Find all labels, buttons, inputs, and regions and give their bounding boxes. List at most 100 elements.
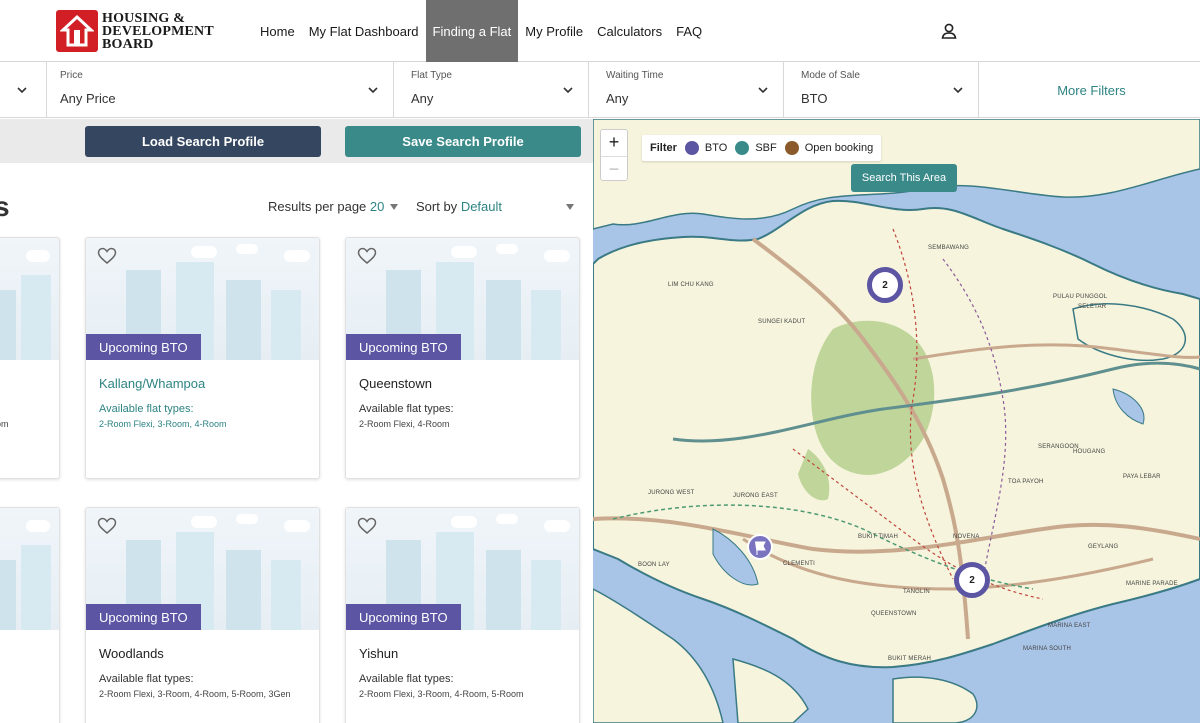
map-label: MARINE PARADE bbox=[1126, 581, 1178, 587]
flat-types-label: Available flat types: bbox=[99, 673, 194, 685]
nav-my-profile[interactable]: My Profile bbox=[518, 0, 590, 62]
flat-type-filter-value: Any bbox=[411, 91, 434, 106]
listing-name[interactable]: Yishun bbox=[359, 646, 398, 661]
map-label: SELETAR bbox=[1078, 304, 1107, 310]
map-label: JURONG EAST bbox=[733, 493, 778, 499]
flat-types-value: 2-Room Flexi, 3-Room, 4-Room, 5-Room bbox=[359, 689, 524, 699]
sbf-dot-icon bbox=[735, 141, 750, 155]
flat-type-filter[interactable]: Flat Type Any bbox=[398, 62, 589, 118]
listing-card-partial[interactable]: om bbox=[0, 237, 60, 479]
legend-sbf[interactable]: SBF bbox=[755, 142, 776, 154]
listing-card-partial[interactable] bbox=[0, 507, 60, 723]
listing-card[interactable]: Upcoming BTO Yishun Available flat types… bbox=[345, 507, 580, 723]
flat-type-filter-label: Flat Type bbox=[411, 70, 452, 81]
search-this-area-button[interactable]: Search This Area bbox=[851, 164, 957, 192]
legend-open-booking[interactable]: Open booking bbox=[805, 142, 874, 154]
price-filter[interactable]: Price Any Price bbox=[47, 62, 394, 118]
flat-types-label: Available flat types: bbox=[359, 403, 454, 415]
nav-calculators[interactable]: Calculators bbox=[590, 0, 669, 62]
map-label: PAYA LEBAR bbox=[1123, 474, 1161, 480]
status-badge: Upcoming BTO bbox=[346, 334, 461, 360]
map-label: QUEENSTOWN bbox=[871, 611, 917, 617]
map-filter-legend: Filter BTO SBF Open booking bbox=[642, 135, 882, 161]
map-zoom-control: + − bbox=[600, 129, 628, 181]
mode-of-sale-filter-label: Mode of Sale bbox=[801, 70, 860, 81]
map-label: MARINA EAST bbox=[1048, 623, 1091, 629]
map-label: GEYLANG bbox=[1088, 544, 1119, 550]
map-label: CLEMENTI bbox=[783, 561, 815, 567]
map-label: TANGLIN bbox=[903, 589, 930, 595]
listing-name[interactable]: Kallang/Whampoa bbox=[99, 376, 205, 391]
filter-bar: Price Any Price Flat Type Any Waiting Ti… bbox=[0, 62, 1200, 118]
caret-down-icon[interactable] bbox=[390, 204, 398, 210]
zoom-in-button[interactable]: + bbox=[601, 130, 627, 155]
flat-types-label: Available flat types: bbox=[99, 403, 194, 415]
map-label: SERANGOON bbox=[1038, 444, 1079, 450]
save-search-profile-button[interactable]: Save Search Profile bbox=[345, 126, 581, 157]
partial-filter-dropdown[interactable] bbox=[0, 62, 47, 118]
flat-types-value: 2-Room Flexi, 3-Room, 4-Room, 5-Room, 3G… bbox=[99, 689, 291, 699]
flat-types-value: 2-Room Flexi, 4-Room bbox=[359, 419, 450, 429]
chevron-down-icon bbox=[758, 87, 768, 94]
hdb-logo[interactable]: HOUSING & DEVELOPMENT BOARD bbox=[56, 10, 226, 52]
status-badge: Upcoming BTO bbox=[86, 334, 201, 360]
heart-icon[interactable] bbox=[357, 517, 377, 535]
heart-icon[interactable] bbox=[97, 247, 117, 265]
map-label: SEMBAWANG bbox=[928, 245, 970, 251]
search-profile-bar: Load Search Profile Save Search Profile bbox=[0, 119, 593, 163]
map-canvas bbox=[593, 119, 1200, 723]
flat-types-label: Available flat types: bbox=[359, 673, 454, 685]
map-label: LIM CHU KANG bbox=[668, 282, 714, 288]
mode-of-sale-filter[interactable]: Mode of Sale BTO bbox=[788, 62, 979, 118]
bto-dot-icon bbox=[684, 141, 699, 155]
open-booking-dot-icon bbox=[784, 141, 799, 155]
sort-by-select[interactable]: Sort by Default bbox=[416, 199, 502, 214]
map-cluster-marker[interactable]: 2 bbox=[867, 267, 903, 303]
listing-card[interactable]: Upcoming BTO Woodlands Available flat ty… bbox=[85, 507, 320, 723]
results-per-page-select[interactable]: Results per page 20 bbox=[268, 199, 384, 214]
chevron-down-icon bbox=[17, 87, 27, 94]
chevron-down-icon bbox=[368, 87, 378, 94]
listing-card[interactable]: Upcoming BTO Kallang/Whampoa Available f… bbox=[85, 237, 320, 479]
map-label: BUKIT TIMAH bbox=[858, 534, 898, 540]
status-badge: Upcoming BTO bbox=[346, 604, 461, 630]
listing-name[interactable]: Queenstown bbox=[359, 376, 432, 391]
heart-icon[interactable] bbox=[357, 247, 377, 265]
listing-image bbox=[0, 508, 59, 630]
map-view[interactable]: SEMBAWANG LIM CHU KANG SUNGEI KADUT SELE… bbox=[593, 119, 1200, 723]
house-logo-icon bbox=[56, 10, 98, 52]
nav-finding-a-flat[interactable]: Finding a Flat bbox=[425, 0, 519, 62]
map-label: PULAU PUNGGOL bbox=[1053, 294, 1108, 300]
map-label: MARINA SOUTH bbox=[1023, 646, 1072, 652]
waiting-time-filter-value: Any bbox=[606, 91, 629, 106]
heart-icon[interactable] bbox=[97, 517, 117, 535]
site-header: HOUSING & DEVELOPMENT BOARD Home My Flat… bbox=[0, 0, 1200, 62]
map-label: TOA PAYOH bbox=[1008, 479, 1044, 485]
more-filters-link[interactable]: More Filters bbox=[983, 62, 1200, 118]
status-badge: Upcoming BTO bbox=[86, 604, 201, 630]
listing-card[interactable]: Upcoming BTO Queenstown Available flat t… bbox=[345, 237, 580, 479]
zoom-out-button[interactable]: − bbox=[601, 156, 627, 181]
flat-types-value: 2-Room Flexi, 3-Room, 4-Room bbox=[99, 419, 227, 429]
map-pin-icon[interactable] bbox=[746, 533, 774, 565]
nav-home[interactable]: Home bbox=[253, 0, 302, 62]
waiting-time-filter-label: Waiting Time bbox=[606, 70, 664, 81]
logo-text: HOUSING & DEVELOPMENT BOARD bbox=[102, 11, 214, 52]
listing-name[interactable]: Woodlands bbox=[99, 646, 164, 661]
legend-bto[interactable]: BTO bbox=[705, 142, 727, 154]
results-heading: s bbox=[0, 191, 10, 222]
mode-of-sale-filter-value: BTO bbox=[801, 91, 828, 106]
nav-faq[interactable]: FAQ bbox=[669, 0, 709, 62]
listing-flat-types-fragment: om bbox=[0, 419, 9, 429]
map-label: SUNGEI KADUT bbox=[758, 319, 806, 325]
nav-my-flat-dashboard[interactable]: My Flat Dashboard bbox=[302, 0, 426, 62]
chevron-down-icon bbox=[563, 87, 573, 94]
map-cluster-marker[interactable]: 2 bbox=[954, 562, 990, 598]
waiting-time-filter[interactable]: Waiting Time Any bbox=[593, 62, 784, 118]
load-search-profile-button[interactable]: Load Search Profile bbox=[85, 126, 321, 157]
user-icon[interactable] bbox=[940, 22, 958, 40]
chevron-down-icon bbox=[953, 87, 963, 94]
map-label: JURONG WEST bbox=[648, 490, 695, 496]
caret-down-icon[interactable] bbox=[566, 204, 574, 210]
map-label: BOON LAY bbox=[638, 562, 670, 568]
